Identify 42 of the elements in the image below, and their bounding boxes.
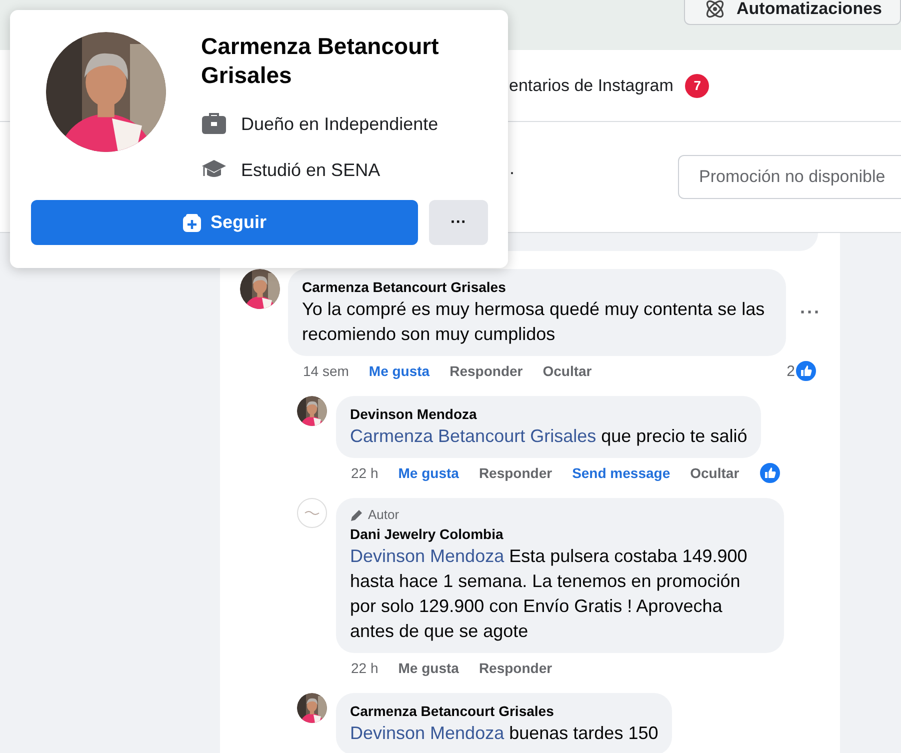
like-icon [759,462,782,484]
briefcase-icon [201,112,227,136]
action-link[interactable]: Send message [572,465,670,481]
follow-icon [182,212,202,232]
comment-author[interactable]: Carmenza Betancourt Grisales [302,277,772,297]
comment-author[interactable]: Carmenza Betancourt Grisales [350,701,658,721]
logo-icon [297,498,327,528]
count-badge: 7 [685,74,710,98]
author-label: Autor [368,506,400,524]
mention-link[interactable]: Devinson Mendoza [350,546,504,566]
action-link[interactable]: Ocultar [690,465,740,481]
comment-text: Devinson Mendoza Esta pulsera costaba 149.900 hasta hace 1 semana. La tenemos en promoción por solo 129.900 con Envío Gratis ! Aprovecha antes de que se agote [350,545,748,643]
promotion-button[interactable]: Promoción no disponible [678,155,901,199]
comment-text: Carmenza Betancourt Grisales que precio te salió [350,425,748,448]
action-link[interactable]: Ocultar [542,363,592,379]
comment-author[interactable]: Dani Jewelry Colombia [350,524,770,544]
reaction-count: 2 [786,362,795,380]
comment-time[interactable]: 22 h [351,465,378,481]
more-button[interactable]: ··· [429,200,488,245]
pencil-icon [350,508,364,522]
action-link[interactable]: Me gusta [398,660,459,676]
action-link[interactable]: Responder [478,465,552,481]
comment-text: Yo la compré es muy hermosa quedé muy contenta se las recomiendo son muy cumplidos [302,298,766,346]
separator-dot: · [509,162,516,182]
comment-text: Devinson Mendoza buenas tardes 150 [350,722,658,745]
action-link[interactable]: Me gusta [368,363,430,379]
comment-author[interactable]: Devinson Mendoza [350,404,748,424]
like-icon [794,360,817,382]
tab[interactable]: entarios de Instagram [509,76,674,96]
action-link[interactable]: Responder [450,363,523,379]
comment-time[interactable]: 22 h [351,660,378,676]
follow-button[interactable]: Seguir [31,200,418,245]
mention-link[interactable]: Carmenza Betancourt Grisales [350,426,596,446]
more-options[interactable]: ··· [800,302,821,323]
comment-time[interactable]: 14 sem [303,363,349,379]
profile-detail: Estudió en SENA [241,160,380,180]
profile-name[interactable]: Carmenza Betancourt Grisales [201,32,481,90]
toolbar-button[interactable]: Automatizaciones [684,0,901,25]
action-link[interactable]: Responder [478,660,552,676]
mention-link[interactable]: Devinson Mendoza [350,723,504,743]
profile-detail: Dueño en Independiente [241,114,438,134]
action-link[interactable]: Me gusta [398,465,459,481]
